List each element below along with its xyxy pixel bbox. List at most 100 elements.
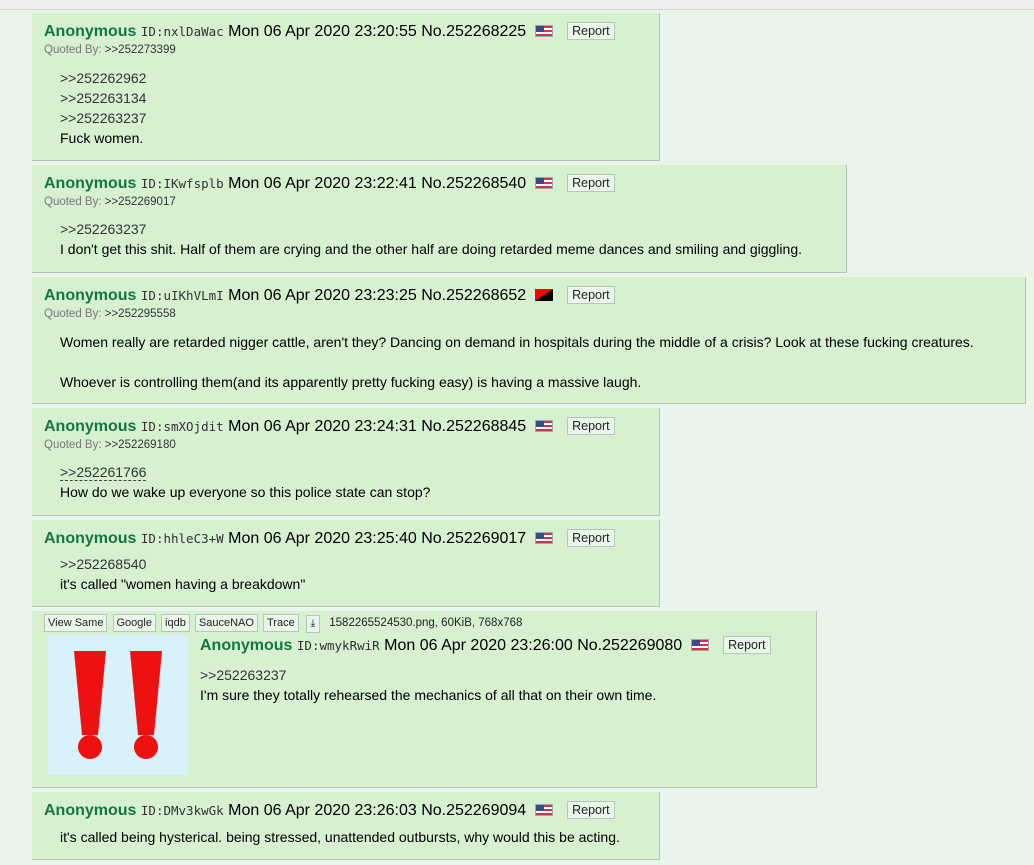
post-date: Mon 06 Apr 2020 23:20:55 bbox=[228, 23, 417, 40]
post-number[interactable]: No.252269017 bbox=[421, 530, 526, 547]
quote-link[interactable]: >>252263237 bbox=[200, 665, 656, 685]
post-date: Mon 06 Apr 2020 23:26:00 bbox=[384, 637, 573, 654]
post-body: Women really are retarded nigger cattle,… bbox=[60, 332, 974, 392]
post-date: Mon 06 Apr 2020 23:22:41 bbox=[228, 175, 417, 192]
post-text: it's called "women having a breakdown" bbox=[60, 576, 306, 592]
report-button[interactable]: Report bbox=[567, 286, 615, 304]
poster-name: Anonymous bbox=[44, 802, 137, 819]
post-header: Anonymous ID:DMv3kwGk Mon 06 Apr 2020 23… bbox=[44, 801, 615, 821]
post: Anonymous ID:uIKhVLmI Mon 06 Apr 2020 23… bbox=[32, 277, 1026, 404]
post-date: Mon 06 Apr 2020 23:23:25 bbox=[228, 287, 417, 304]
post-text: I'm sure they totally rehearsed the mech… bbox=[200, 687, 657, 703]
post: Anonymous ID:nxlDaWac Mon 06 Apr 2020 23… bbox=[32, 13, 660, 161]
ancap-flag-icon bbox=[534, 289, 553, 301]
post: Anonymous ID:IKwfsplb Mon 06 Apr 2020 23… bbox=[32, 165, 847, 273]
quoted-by-label: Quoted By: bbox=[44, 439, 102, 451]
quoted-by-link[interactable]: >>252269180 bbox=[105, 439, 176, 451]
quote-link[interactable]: >>252261766 bbox=[60, 464, 147, 481]
quote-link[interactable]: >>252263134 bbox=[60, 88, 146, 108]
post-text: How do we wake up everyone so this polic… bbox=[60, 484, 431, 500]
post-text: Women really are retarded nigger cattle,… bbox=[60, 334, 974, 350]
us-flag-icon bbox=[534, 804, 553, 816]
poster-name: Anonymous bbox=[44, 418, 137, 435]
post-text: it's called being hysterical. being stre… bbox=[60, 829, 620, 845]
report-button[interactable]: Report bbox=[567, 801, 615, 819]
post-body: >>252263237 I don't get this shit. Half … bbox=[60, 219, 802, 259]
report-button[interactable]: Report bbox=[567, 174, 615, 192]
quote-link[interactable]: >>252262962 bbox=[60, 68, 146, 88]
quote-link[interactable]: >>252263237 bbox=[60, 108, 146, 128]
post-text: Fuck women. bbox=[60, 130, 144, 146]
view-same-button[interactable]: View Same bbox=[44, 614, 108, 632]
poster-name: Anonymous bbox=[44, 287, 137, 304]
post-number[interactable]: No.252269080 bbox=[577, 637, 682, 654]
quoted-by: Quoted By: >>252269017 bbox=[44, 196, 176, 208]
post-body: >>252268540 it's called "women having a … bbox=[60, 554, 305, 594]
poster-id[interactable]: ID:IKwfsplb bbox=[141, 176, 224, 191]
post-header: Anonymous ID:uIKhVLmI Mon 06 Apr 2020 23… bbox=[44, 286, 615, 306]
iqdb-button[interactable]: iqdb bbox=[161, 614, 190, 632]
report-button[interactable]: Report bbox=[567, 417, 615, 435]
post-number[interactable]: No.252269094 bbox=[421, 802, 526, 819]
report-button[interactable]: Report bbox=[723, 636, 771, 654]
poster-id[interactable]: ID:DMv3kwGk bbox=[141, 803, 224, 818]
post-date: Mon 06 Apr 2020 23:24:31 bbox=[228, 418, 417, 435]
post-number[interactable]: No.252268225 bbox=[421, 23, 526, 40]
poster-name: Anonymous bbox=[44, 175, 137, 192]
post-header: Anonymous ID:hhleC3+W Mon 06 Apr 2020 23… bbox=[44, 529, 615, 549]
post-header: Anonymous ID:nxlDaWac Mon 06 Apr 2020 23… bbox=[44, 22, 615, 42]
post-text: I don't get this shit. Half of them are … bbox=[60, 241, 802, 257]
post-header: Anonymous ID:IKwfsplb Mon 06 Apr 2020 23… bbox=[44, 174, 615, 194]
post-date: Mon 06 Apr 2020 23:25:40 bbox=[228, 530, 417, 547]
post-body: >>252263237 I'm sure they totally rehear… bbox=[200, 665, 656, 705]
post: Anonymous ID:hhleC3+W Mon 06 Apr 2020 23… bbox=[32, 520, 660, 607]
browser-top-strip bbox=[0, 0, 1034, 10]
us-flag-icon bbox=[534, 420, 553, 432]
post-date: Mon 06 Apr 2020 23:26:03 bbox=[228, 802, 417, 819]
us-flag-icon bbox=[690, 639, 709, 651]
report-button[interactable]: Report bbox=[567, 529, 615, 547]
post-header: Anonymous ID:smXOjdit Mon 06 Apr 2020 23… bbox=[44, 417, 615, 437]
post-body: it's called being hysterical. being stre… bbox=[60, 827, 620, 847]
us-flag-icon bbox=[534, 25, 553, 37]
us-flag-icon bbox=[534, 532, 553, 544]
poster-id[interactable]: ID:hhleC3+W bbox=[141, 531, 224, 546]
double-exclamation-image bbox=[74, 651, 162, 759]
poster-name: Anonymous bbox=[44, 530, 137, 547]
post-body: >>252261766 How do we wake up everyone s… bbox=[60, 462, 430, 502]
quote-link[interactable]: >>252263237 bbox=[60, 219, 802, 239]
trace-button[interactable]: Trace bbox=[263, 614, 299, 632]
poster-id[interactable]: ID:smXOjdit bbox=[141, 419, 224, 434]
poster-id[interactable]: ID:wmykRwiR bbox=[297, 638, 380, 653]
post-number[interactable]: No.252268652 bbox=[421, 287, 526, 304]
post: Anonymous ID:smXOjdit Mon 06 Apr 2020 23… bbox=[32, 408, 660, 516]
google-search-button[interactable]: Google bbox=[112, 614, 156, 632]
quoted-by-link[interactable]: >>252273399 bbox=[105, 44, 176, 56]
post-number[interactable]: No.252268540 bbox=[421, 175, 526, 192]
quoted-by: Quoted By: >>252295558 bbox=[44, 308, 176, 320]
file-name[interactable]: 1582265524530.png, 60KiB, 768x768 bbox=[329, 617, 522, 629]
quoted-by-label: Quoted By: bbox=[44, 308, 102, 320]
quoted-by-link[interactable]: >>252269017 bbox=[105, 196, 176, 208]
quote-link[interactable]: >>252268540 bbox=[60, 554, 305, 574]
quoted-by-link[interactable]: >>252295558 bbox=[105, 308, 176, 320]
post-text: Whoever is controlling them(and its appa… bbox=[60, 374, 642, 390]
file-info: View Same Google iqdb SauceNAO Trace ⤓ 1… bbox=[44, 614, 522, 633]
poster-name: Anonymous bbox=[200, 637, 293, 654]
quoted-by-label: Quoted By: bbox=[44, 196, 102, 208]
post-header: Anonymous ID:wmykRwiR Mon 06 Apr 2020 23… bbox=[200, 636, 771, 656]
quote-line: >>252261766 bbox=[60, 462, 430, 482]
post: Anonymous ID:DMv3kwGk Mon 06 Apr 2020 23… bbox=[32, 792, 660, 860]
post: View Same Google iqdb SauceNAO Trace ⤓ 1… bbox=[32, 611, 817, 788]
saucenao-button[interactable]: SauceNAO bbox=[194, 614, 258, 632]
poster-id[interactable]: ID:uIKhVLmI bbox=[141, 288, 224, 303]
poster-id[interactable]: ID:nxlDaWac bbox=[141, 24, 224, 39]
post-number[interactable]: No.252268845 bbox=[421, 418, 526, 435]
report-button[interactable]: Report bbox=[567, 22, 615, 40]
quoted-by: Quoted By: >>252273399 bbox=[44, 44, 176, 56]
poster-name: Anonymous bbox=[44, 23, 137, 40]
post-body: >>252262962 >>252263134 >>252263237 Fuck… bbox=[60, 68, 146, 148]
post-thumbnail[interactable] bbox=[48, 635, 188, 775]
download-icon[interactable]: ⤓ bbox=[305, 615, 321, 633]
